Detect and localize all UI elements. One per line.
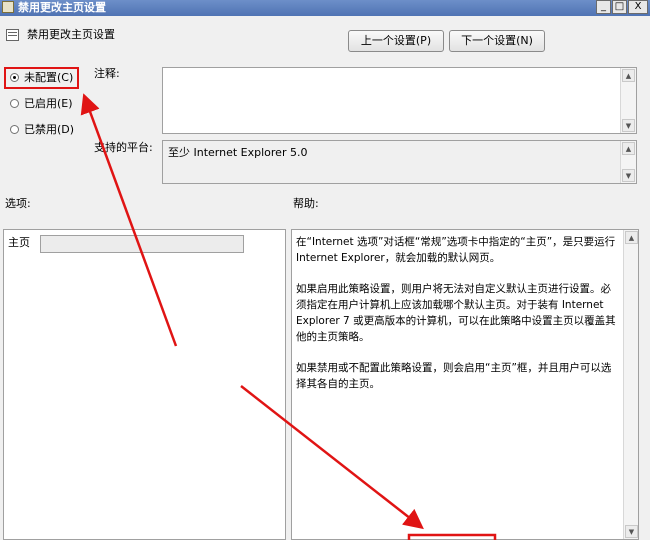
- platform-scrollbar[interactable]: ▲ ▼: [620, 141, 636, 183]
- home-page-input[interactable]: [40, 235, 244, 253]
- scroll-down-icon[interactable]: ▼: [622, 169, 635, 182]
- comment-textarea[interactable]: ▲ ▼: [162, 67, 637, 134]
- platform-value: 至少 Internet Explorer 5.0: [168, 146, 308, 159]
- prev-setting-button[interactable]: 上一个设置(P): [348, 30, 444, 52]
- scroll-up-icon[interactable]: ▲: [625, 231, 638, 244]
- comment-label: 注释:: [94, 67, 120, 80]
- annotation-highlight-box: [4, 67, 79, 89]
- radio-dot-icon: [10, 99, 19, 108]
- scroll-down-icon[interactable]: ▼: [625, 525, 638, 538]
- radio-disabled[interactable]: 已禁用(D): [10, 122, 80, 138]
- maximize-button[interactable]: □: [612, 0, 627, 14]
- window-icon: [2, 1, 14, 13]
- platform-label: 支持的平台:: [94, 141, 153, 154]
- next-setting-button[interactable]: 下一个设置(N): [449, 30, 545, 52]
- page-title: 禁用更改主页设置: [27, 28, 115, 41]
- help-text: 在“Internet 选项”对话框“常规”选项卡中指定的“主页”，是只要运行 I…: [296, 234, 618, 407]
- scroll-up-icon[interactable]: ▲: [622, 142, 635, 155]
- home-page-label: 主页: [8, 236, 30, 249]
- scroll-up-icon[interactable]: ▲: [622, 69, 635, 82]
- help-scrollbar[interactable]: ▲ ▼: [623, 230, 638, 539]
- radio-label: 已启用(E): [24, 97, 73, 110]
- radio-dot-icon: [10, 125, 19, 134]
- minimize-button[interactable]: _: [596, 0, 611, 14]
- help-paragraph: 如果禁用或不配置此策略设置，则会启用“主页”框，并且用户可以选择其各自的主页。: [296, 362, 612, 390]
- help-paragraph: 在“Internet 选项”对话框“常规”选项卡中指定的“主页”，是只要运行 I…: [296, 236, 616, 264]
- title-bar: 禁用更改主页设置 _ □ X: [0, 0, 650, 16]
- window-title: 禁用更改主页设置: [18, 1, 106, 14]
- comment-scrollbar[interactable]: ▲ ▼: [620, 68, 636, 133]
- platform-field: 至少 Internet Explorer 5.0 ▲ ▼: [162, 140, 637, 184]
- options-label: 选项:: [5, 197, 31, 210]
- policy-setting-icon: [6, 29, 19, 41]
- close-button[interactable]: X: [628, 0, 648, 14]
- help-paragraph: 如果启用此策略设置，则用户将无法对自定义默认主页进行设置。必须指定在用户计算机上…: [296, 283, 616, 343]
- scroll-down-icon[interactable]: ▼: [622, 119, 635, 132]
- options-panel: [3, 229, 286, 540]
- help-label: 帮助:: [293, 197, 319, 210]
- help-panel: 在“Internet 选项”对话框“常规”选项卡中指定的“主页”，是只要运行 I…: [291, 229, 639, 540]
- radio-label: 已禁用(D): [24, 123, 75, 136]
- radio-enabled[interactable]: 已启用(E): [10, 96, 80, 112]
